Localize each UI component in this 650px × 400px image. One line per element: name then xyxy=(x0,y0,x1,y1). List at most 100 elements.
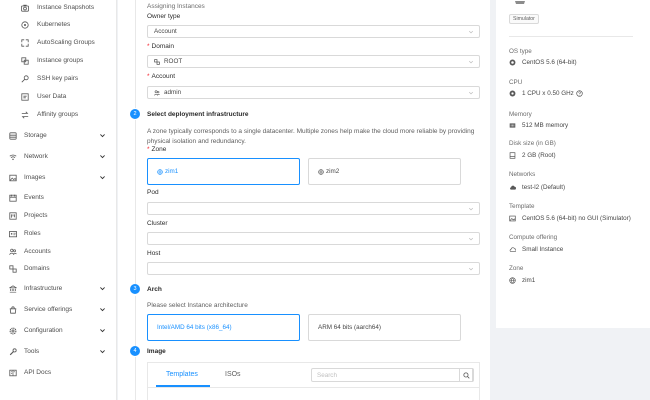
sidebar-item-instance-groups[interactable]: Instance groups xyxy=(0,53,117,68)
sidebar-item-roles[interactable]: Roles xyxy=(0,226,117,241)
sidebar-item-ssh-key-pairs[interactable]: SSH key pairs xyxy=(0,71,117,86)
chevron-down-icon xyxy=(100,350,105,354)
zone-summary-value: zim1 xyxy=(509,277,535,284)
networks-value: test-l2 (Default) xyxy=(509,184,565,191)
sidebar-item-configuration[interactable]: Configuration xyxy=(0,323,117,338)
zone-name: zim2 xyxy=(326,168,340,175)
steps-divider xyxy=(135,296,136,346)
memory-label: Memory xyxy=(509,111,532,118)
search-button[interactable] xyxy=(459,368,473,382)
sidebar-item-images[interactable]: Images xyxy=(0,170,117,185)
cluster-label: Cluster xyxy=(147,220,168,227)
zone-summary-label: Zone xyxy=(509,265,524,272)
image-search-input[interactable]: Search xyxy=(311,368,474,382)
team-icon xyxy=(8,247,18,257)
question-circle-icon[interactable] xyxy=(576,90,583,97)
database-icon xyxy=(8,131,18,141)
step-2-badge: 2 xyxy=(130,109,140,119)
sidebar-item-label: Configuration xyxy=(24,327,63,334)
sidebar-item-label: Domains xyxy=(24,265,50,272)
host-select[interactable] xyxy=(147,262,480,275)
chevron-down-icon xyxy=(100,329,105,333)
chevron-down-icon xyxy=(468,91,474,95)
form-icon xyxy=(20,92,30,102)
sidebar-item-label: Kubernetes xyxy=(37,21,71,28)
sidebar-item-label: API Docs xyxy=(24,369,52,376)
group-icon xyxy=(20,56,30,66)
chevron-down-icon xyxy=(468,60,474,64)
sidebar-item-infrastructure[interactable]: Infrastructure xyxy=(0,281,117,296)
cluster-select[interactable] xyxy=(147,232,480,245)
chevron-down-icon xyxy=(100,155,105,159)
owner-type-value: Account xyxy=(154,28,177,35)
sidebar-item-projects[interactable]: Projects xyxy=(0,208,117,223)
step-2-title: Select deployment infrastructure xyxy=(147,111,249,118)
chevron-down-icon xyxy=(468,237,474,241)
project-icon xyxy=(8,211,18,221)
block-icon xyxy=(154,58,160,65)
sidebar-item-label: Images xyxy=(24,174,46,181)
assigning-title: Assigning Instances xyxy=(147,3,205,10)
camera-icon xyxy=(20,3,30,13)
expand-icon xyxy=(20,38,30,48)
arch-description: Please select Instance architecture xyxy=(147,302,248,309)
disk-value: 2 GB (Root) xyxy=(509,152,556,159)
idcard-icon xyxy=(8,229,18,239)
zone-card-zim2[interactable]: zim2 xyxy=(308,158,461,185)
sidebar-item-label: Roles xyxy=(24,230,41,237)
networks-label: Networks xyxy=(509,171,536,178)
sidebar-item-accounts[interactable]: Accounts xyxy=(0,244,117,259)
account-select[interactable]: admin xyxy=(147,86,480,99)
sidebar-item-api-docs[interactable]: API Docs xyxy=(0,365,117,380)
sidebar-item-kubernetes[interactable]: Kubernetes xyxy=(0,17,117,32)
step-4-title: Image xyxy=(147,348,166,355)
sidebar-item-events[interactable]: Events xyxy=(0,190,117,205)
tabs-divider xyxy=(148,387,479,388)
chevron-down-icon xyxy=(468,207,474,211)
sidebar-item-instance-snapshots[interactable]: Instance Snapshots xyxy=(0,0,117,15)
sidebar-item-network[interactable]: Network xyxy=(0,149,117,164)
sidebar-item-service-offerings[interactable]: Service offerings xyxy=(0,302,117,317)
sidebar-item-label: SSH key pairs xyxy=(37,75,79,82)
sidebar-item-storage[interactable]: Storage xyxy=(0,128,117,143)
sidebar-item-autoscaling-groups[interactable]: AutoScaling Groups xyxy=(0,35,117,50)
chevron-down-icon xyxy=(100,287,105,291)
sidebar-item-label: User Data xyxy=(37,93,67,100)
sidebar-item-label: Accounts xyxy=(24,248,51,255)
cloud-icon xyxy=(509,184,516,191)
picture-icon xyxy=(509,215,516,222)
team-icon xyxy=(154,89,160,96)
arch-card-x86[interactable]: Intel/AMD 64 bits (x86_64) xyxy=(147,314,300,341)
sidebar-item-label: Events xyxy=(24,194,44,201)
host-label: Host xyxy=(147,250,161,257)
pod-select[interactable] xyxy=(147,202,480,215)
sidebar-item-tools[interactable]: Tools xyxy=(0,344,117,359)
owner-type-label: Owner type xyxy=(147,13,181,20)
pod-label: Pod xyxy=(147,189,159,196)
sidebar-item-affinity-groups[interactable]: Affinity groups xyxy=(0,107,117,122)
sidebar-item-user-data[interactable]: User Data xyxy=(0,89,117,104)
tool-icon xyxy=(8,347,18,357)
shopping-icon xyxy=(8,305,18,315)
zone-label: * Zone xyxy=(147,146,167,153)
sidebar-item-label: Service offerings xyxy=(24,306,73,313)
step-3-badge: 3 xyxy=(130,284,140,294)
hypervisor-tag: Simulator xyxy=(509,14,539,24)
chevron-down-icon xyxy=(100,308,105,312)
hdd-icon xyxy=(509,152,516,159)
os-type-label: OS type xyxy=(509,48,532,55)
search-icon xyxy=(462,371,470,379)
sidebar-item-domains[interactable]: Domains xyxy=(0,261,117,276)
domain-select[interactable]: ROOT xyxy=(147,55,480,68)
zone-card-zim1[interactable]: zim1 xyxy=(147,158,300,185)
schedule-icon xyxy=(8,193,18,203)
chevron-down-icon xyxy=(100,134,105,138)
sidebar-item-label: Projects xyxy=(24,212,48,219)
steps-divider xyxy=(135,120,136,284)
tab-templates[interactable]: Templates xyxy=(166,371,198,378)
arch-card-arm[interactable]: ARM 64 bits (aarch64) xyxy=(308,314,461,341)
tab-isos[interactable]: ISOs xyxy=(225,371,241,378)
owner-type-select[interactable]: Account xyxy=(147,25,480,38)
sidebar-item-label: Tools xyxy=(24,348,40,355)
sidebar-item-label: Storage xyxy=(24,132,47,139)
